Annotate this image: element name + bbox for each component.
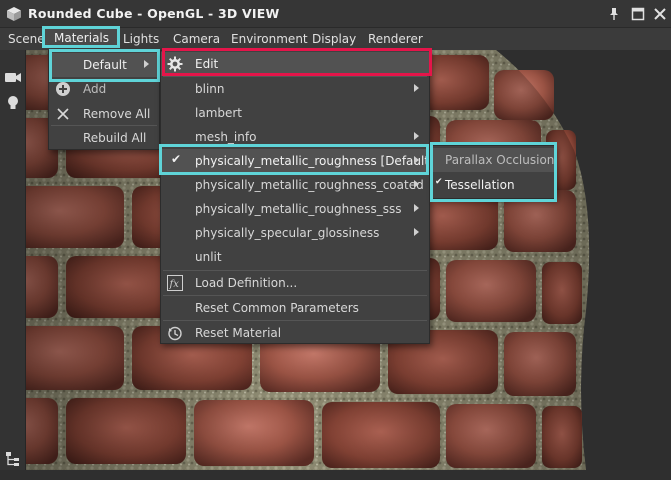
shader-label: mesh_info — [195, 130, 257, 144]
submenu-arrow-icon — [414, 228, 419, 236]
shader-label: lambert — [195, 106, 243, 120]
default-item-highlight — [49, 49, 160, 82]
load-definition-label: Load Definition... — [195, 276, 298, 290]
menu-materials-highlight: Materials — [42, 26, 120, 48]
menu-lights[interactable]: Lights — [123, 32, 159, 46]
submenu-arrow-icon — [414, 204, 419, 212]
menu-display[interactable]: Display — [312, 32, 356, 46]
shader-label: physically_specular_glossiness — [195, 226, 380, 240]
rebuild-all-label: Rebuild All — [83, 131, 147, 145]
cube-app-icon — [7, 7, 21, 21]
default-submenu: Edit blinn lambert mesh_info ✔ physicall… — [160, 50, 434, 345]
title-bar: Rounded Cube - OpenGL - 3D VIEW — [0, 0, 671, 28]
menu-renderer[interactable]: Renderer — [368, 32, 423, 46]
window-title: Rounded Cube - OpenGL - 3D VIEW — [28, 6, 280, 21]
reset-common-parameters-label: Reset Common Parameters — [195, 301, 359, 315]
light-bulb-icon[interactable] — [4, 94, 22, 112]
maximize-icon[interactable] — [630, 6, 646, 22]
materials-rebuild-all-item[interactable]: Rebuild All — [49, 126, 159, 150]
menu-camera[interactable]: Camera — [173, 32, 220, 46]
shader-label: physically_metallic_roughness_coated — [195, 178, 424, 192]
edit-item-highlight — [162, 48, 432, 76]
svg-text:fx: fx — [169, 279, 180, 290]
reset-material-label: Reset Material — [195, 326, 282, 340]
shader-item-pmr-coated[interactable]: physically_metallic_roughness_coated — [161, 173, 429, 197]
hierarchy-icon[interactable] — [4, 450, 22, 468]
shader-item-blinn[interactable]: blinn — [161, 77, 429, 101]
shader-item-lambert[interactable]: lambert — [161, 101, 429, 125]
reset-material-item[interactable]: Reset Material — [161, 321, 429, 345]
menu-scene[interactable]: Scene — [8, 32, 45, 46]
remove-all-label: Remove All — [83, 107, 151, 121]
shader-label: physically_metallic_roughness_sss — [195, 202, 402, 216]
camera-icon[interactable] — [4, 68, 22, 86]
menu-environment[interactable]: Environment — [231, 32, 308, 46]
submenu-arrow-icon — [414, 132, 419, 140]
close-icon[interactable] — [652, 6, 668, 22]
left-toolbar — [0, 50, 26, 480]
pmr-item-highlight — [159, 144, 429, 175]
shader-item-pmr-sss[interactable]: physically_metallic_roughness_sss — [161, 197, 429, 221]
shader-item-unlit[interactable]: unlit — [161, 245, 429, 269]
reset-common-parameters-item[interactable]: Reset Common Parameters — [161, 296, 429, 320]
fx-icon: fx — [167, 275, 183, 291]
add-label: Add — [83, 82, 107, 96]
menu-materials[interactable]: Materials — [54, 31, 109, 45]
materials-remove-all-item[interactable]: Remove All — [49, 102, 159, 126]
shader-item-specular-glossiness[interactable]: physically_specular_glossiness — [161, 221, 429, 245]
x-icon — [57, 108, 69, 120]
submenu-arrow-icon — [414, 180, 419, 188]
pmr-submenu-highlight — [430, 142, 557, 202]
pin-icon[interactable] — [606, 6, 622, 22]
reset-icon — [168, 326, 182, 341]
submenu-arrow-icon — [414, 84, 419, 92]
status-strip — [0, 470, 671, 480]
load-definition-item[interactable]: fx Load Definition... — [161, 271, 429, 295]
plus-circle-icon — [56, 82, 70, 96]
shader-label: unlit — [195, 250, 222, 264]
shader-label: blinn — [195, 82, 225, 96]
